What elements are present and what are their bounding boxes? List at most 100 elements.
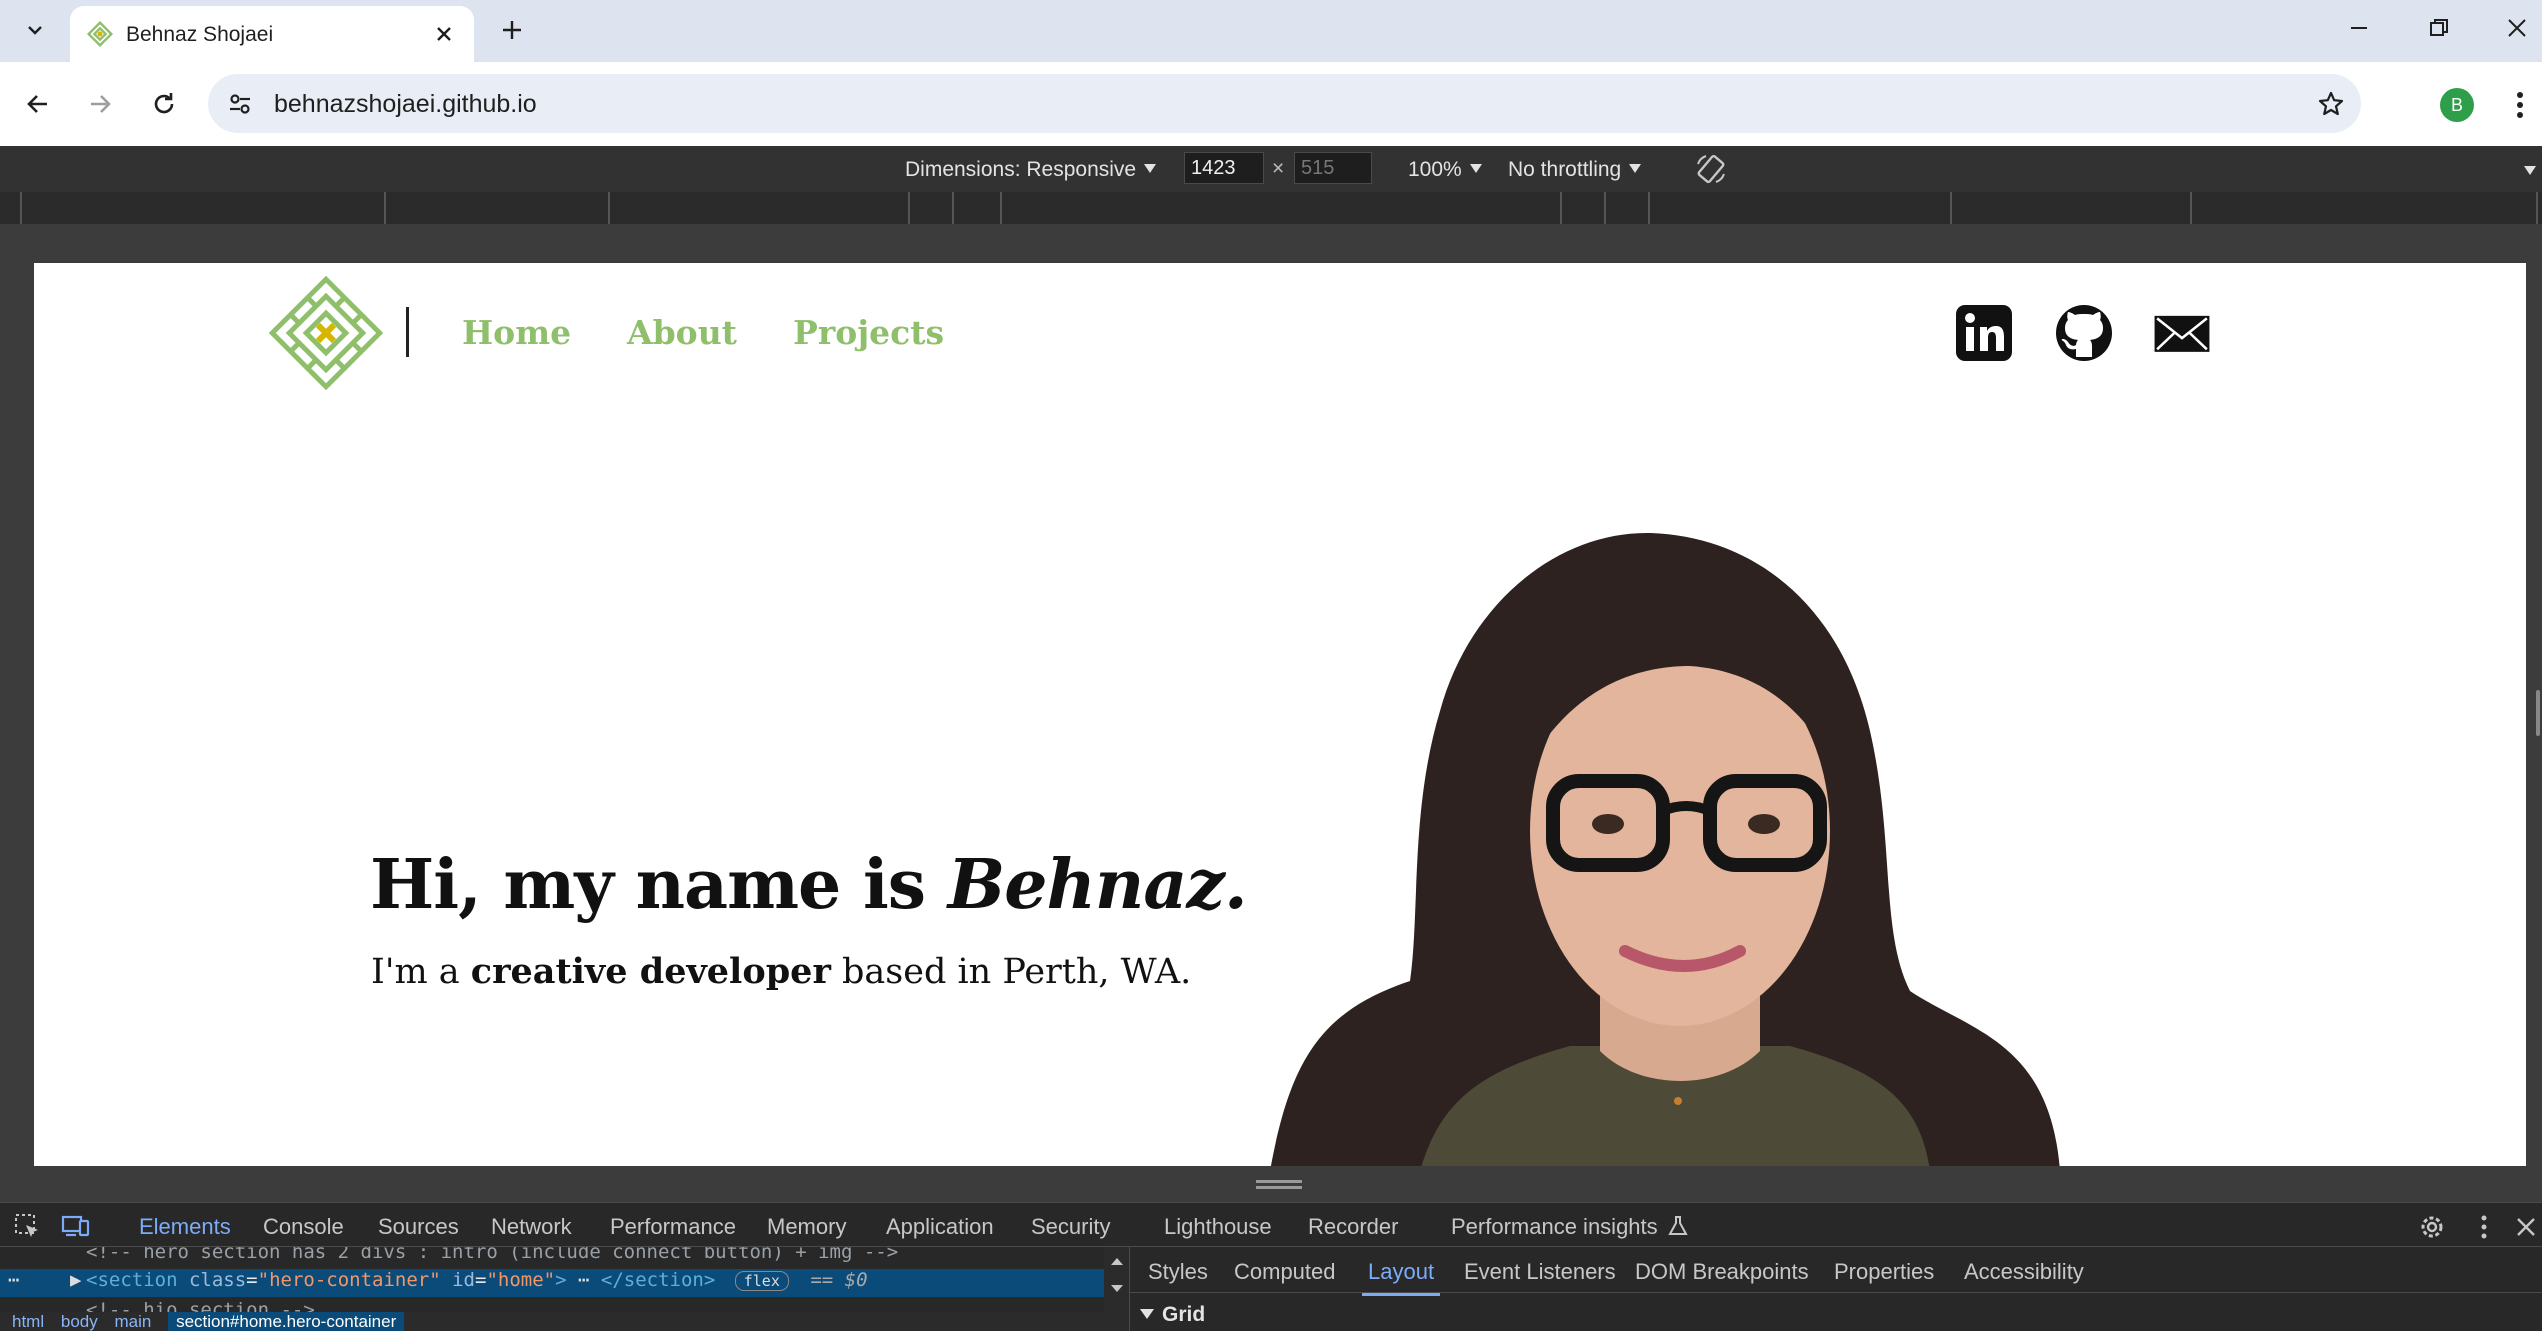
scroll-down-icon[interactable] [1109, 1283, 1125, 1295]
arrow-left-icon [27, 95, 47, 113]
close-devtools-icon[interactable] [2512, 1213, 2540, 1241]
dom-attr-class-value: "hero-container" [257, 1269, 441, 1291]
collapsed-content-icon[interactable]: ⋯ [578, 1269, 589, 1291]
minimize-icon [2351, 27, 2367, 29]
sidebar-tab-properties[interactable]: Properties [1834, 1259, 1934, 1285]
nav-home[interactable]: Home [462, 313, 571, 352]
tab-search-button[interactable] [13, 8, 57, 52]
more-vertical-icon[interactable] [2470, 1213, 2498, 1241]
devtools-tab-application[interactable]: Application [886, 1214, 994, 1240]
more-vertical-icon [2517, 92, 2523, 118]
device-more-button[interactable] [2516, 160, 2536, 184]
devtools-tab-security[interactable]: Security [1031, 1214, 1110, 1240]
zoom-dropdown[interactable]: 100% [1408, 158, 1482, 182]
forward-button[interactable] [76, 80, 124, 128]
sidebar-tab-styles[interactable]: Styles [1148, 1259, 1208, 1285]
caret-down-icon [1144, 164, 1157, 173]
breadcrumb-body[interactable]: body [61, 1312, 98, 1331]
mail-icon[interactable] [2152, 303, 2212, 363]
sidebar-tab-event-listeners[interactable]: Event Listeners [1464, 1259, 1616, 1285]
devtools-tab-sources[interactable]: Sources [378, 1214, 459, 1240]
site-logo[interactable] [266, 273, 386, 393]
flex-badge[interactable]: flex [734, 1271, 789, 1291]
media-query-segment[interactable] [1560, 192, 1562, 224]
scroll-up-icon[interactable] [1109, 1255, 1125, 1267]
rotate-icon[interactable] [1694, 152, 1728, 186]
hero-greeting: Hi, my name is [370, 845, 948, 925]
media-query-segment[interactable] [2536, 192, 2538, 224]
media-query-bar [0, 192, 2542, 224]
devtools-tab-recorder[interactable]: Recorder [1308, 1214, 1398, 1240]
grid-section-header[interactable]: Grid [1140, 1303, 1205, 1327]
hero-sub-bold: creative developer [470, 951, 831, 992]
sidebar-tab-dom-breakpoints[interactable]: DOM Breakpoints [1635, 1259, 1809, 1285]
sidebar-tab-computed[interactable]: Computed [1234, 1259, 1336, 1285]
site-info-button[interactable] [220, 84, 260, 124]
tab-close-button[interactable] [426, 16, 462, 52]
nav-about[interactable]: About [627, 313, 737, 352]
breadcrumb-main[interactable]: main [114, 1312, 151, 1331]
site-viewport: Home About Projects Hi, my name is Behna… [34, 263, 2526, 1166]
expand-triangle-icon[interactable]: ▶ [70, 1269, 81, 1291]
media-query-segment[interactable] [20, 192, 22, 224]
browser-menu-button[interactable] [2500, 82, 2540, 128]
tab-title: Behnaz Shojaei [126, 23, 274, 46]
devtools-tab-elements[interactable]: Elements [133, 1214, 237, 1252]
profile-avatar[interactable]: B [2440, 88, 2474, 122]
dom-comment-line[interactable]: <!-- hero section has 2 divs : intro (in… [0, 1247, 1104, 1269]
settings-gear-icon[interactable] [2418, 1213, 2446, 1241]
github-icon[interactable] [2054, 303, 2114, 363]
new-tab-button[interactable] [491, 9, 533, 51]
window-close-button[interactable] [2492, 6, 2542, 50]
dom-selected-node[interactable]: ⋯ ▶ <section class="hero-container" id="… [0, 1269, 1104, 1297]
dimensions-label: Dimensions: Responsive [905, 158, 1137, 181]
viewport-resize-handle[interactable] [0, 1166, 2542, 1202]
profile-photo [1270, 532, 2060, 1166]
sidebar-tab-layout[interactable]: Layout [1361, 1259, 1441, 1296]
chevron-down-icon [28, 26, 42, 35]
reload-button[interactable] [140, 80, 188, 128]
minimize-button[interactable] [2334, 6, 2384, 50]
media-query-segment[interactable] [384, 192, 386, 224]
breadcrumb-html[interactable]: html [12, 1312, 44, 1331]
device-toggle-icon[interactable] [60, 1211, 90, 1241]
media-query-segment[interactable] [952, 192, 954, 224]
media-query-segment[interactable] [1648, 192, 1650, 224]
linkedin-icon[interactable] [1954, 303, 2014, 363]
height-input[interactable]: 515 [1294, 152, 1372, 184]
devtools-tab-console[interactable]: Console [263, 1214, 344, 1240]
media-query-segment[interactable] [1604, 192, 1606, 224]
devtools-split-scroll[interactable] [1104, 1247, 1130, 1331]
media-query-segment[interactable] [2190, 192, 2192, 224]
breadcrumb-section[interactable]: section#home.hero-container [168, 1312, 405, 1331]
bookmark-button[interactable] [2309, 82, 2353, 126]
media-query-segment[interactable] [1000, 192, 1002, 224]
devtools-tab-performance[interactable]: Performance [610, 1214, 736, 1240]
hero-subtitle: I'm a creative developer based in Perth,… [371, 951, 1191, 992]
viewport-scrollbar[interactable] [2536, 690, 2540, 736]
reload-icon [154, 93, 174, 114]
url-text[interactable]: behnazshojaei.github.io [274, 90, 537, 119]
throttling-dropdown[interactable]: No throttling [1508, 158, 1642, 182]
width-input[interactable]: 1423 [1184, 152, 1264, 184]
star-icon [2318, 91, 2344, 116]
nav-projects[interactable]: Projects [793, 313, 944, 352]
close-icon [2508, 19, 2526, 37]
devtools-tab-network[interactable]: Network [491, 1214, 572, 1240]
media-query-segment[interactable] [608, 192, 610, 224]
media-query-segment[interactable] [1950, 192, 1952, 224]
devtools-tab-memory[interactable]: Memory [767, 1214, 846, 1240]
browser-toolbar: behnazshojaei.github.io B [0, 62, 2542, 146]
media-query-segment[interactable] [908, 192, 910, 224]
devtools-tab-performance-insights[interactable]: Performance insights [1451, 1214, 1688, 1240]
inspect-element-icon[interactable] [12, 1211, 42, 1241]
dom-attr-id-name: id [452, 1269, 475, 1291]
back-button[interactable] [14, 80, 62, 128]
sidebar-tab-accessibility[interactable]: Accessibility [1964, 1259, 2084, 1285]
browser-tab[interactable]: Behnaz Shojaei [70, 6, 474, 62]
restore-button[interactable] [2414, 6, 2464, 50]
address-bar[interactable]: behnazshojaei.github.io [208, 74, 2361, 133]
caret-down-icon [1469, 164, 1482, 173]
devtools-tab-lighthouse[interactable]: Lighthouse [1164, 1214, 1272, 1240]
dimensions-dropdown[interactable]: Dimensions: Responsive [905, 158, 1157, 182]
